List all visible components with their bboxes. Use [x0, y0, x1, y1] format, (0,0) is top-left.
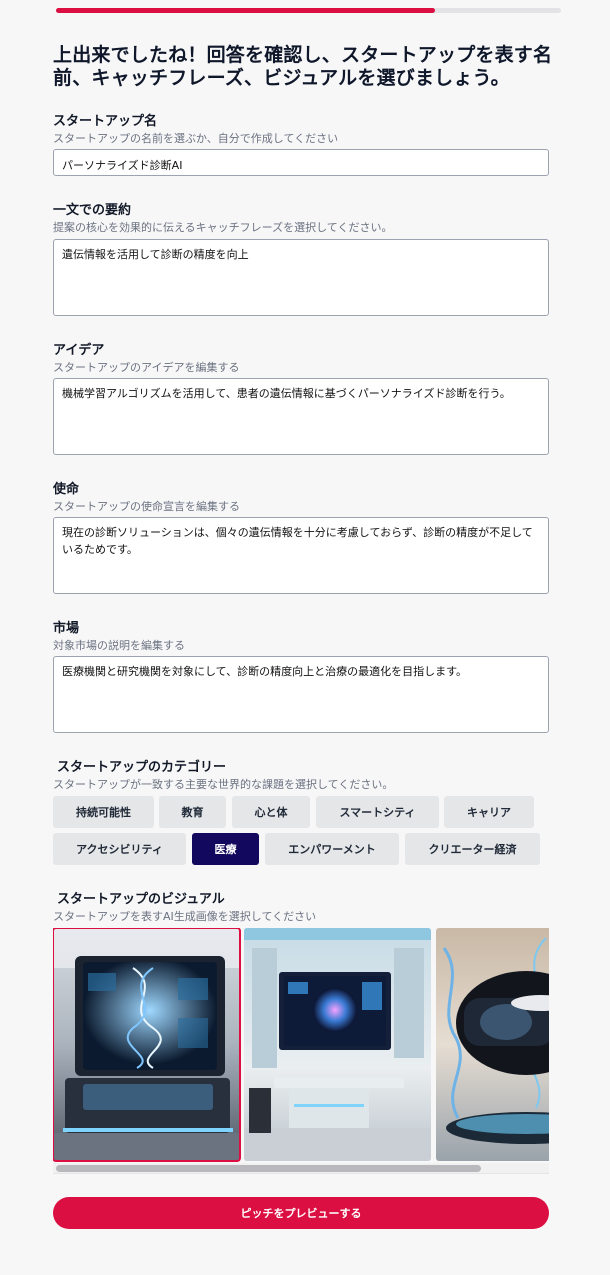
market-subtitle: 対象市場の説明を編集する — [53, 639, 185, 652]
visual-option-3[interactable] — [436, 928, 549, 1161]
idea-textarea[interactable]: 機械学習アルゴリズムを活用して、患者の遺伝情報に基づくパーソナライズド診断を行う… — [53, 378, 549, 455]
gallery-scrollbar-thumb[interactable] — [56, 1165, 481, 1172]
visual-option-2[interactable] — [244, 928, 431, 1161]
startup-name-subtitle: スタートアップの名前を選ぶか、自分で作成してください — [53, 132, 339, 145]
visual-subtitle: スタートアップを表すAI生成画像を選択してください — [53, 910, 317, 923]
category-title: スタートアップのカテゴリー — [57, 760, 227, 775]
mission-title: 使命 — [53, 482, 80, 497]
category-chip-creator-economy[interactable]: クリエーター経済 — [405, 833, 540, 865]
startup-name-input[interactable]: パーソナライズド診断AI — [53, 149, 549, 176]
category-subtitle: スタートアップが一致する主要な世界的な課題を選択してください。 — [53, 778, 394, 791]
visual-option-1[interactable] — [53, 928, 241, 1162]
summary-title: 一文での要約 — [53, 203, 132, 218]
category-chip-smart-city[interactable]: スマートシティ — [316, 796, 439, 828]
category-chip-accessibility[interactable]: アクセシビリティ — [53, 833, 186, 865]
gallery-scrollbar[interactable] — [53, 1163, 549, 1174]
mission-subtitle: スタートアップの使命宣言を編集する — [53, 500, 240, 513]
visual-gallery[interactable] — [53, 928, 549, 1162]
market-textarea[interactable]: 医療機関と研究機関を対象にして、診断の精度向上と治療の最適化を目指します。 — [53, 656, 549, 733]
category-chip-empowerment[interactable]: エンパワーメント — [265, 833, 399, 865]
visual-title: スタートアップのビジュアル — [57, 892, 225, 907]
mission-textarea[interactable]: 現在の診断ソリューションは、個々の遺伝情報を十分に考慮しておらず、診断の精度が不… — [53, 517, 549, 594]
category-chip-healthcare[interactable]: 医療 — [192, 833, 259, 865]
idea-subtitle: スタートアップのアイデアを編集する — [53, 361, 240, 374]
preview-pitch-button[interactable]: ピッチをプレビューする — [53, 1197, 549, 1229]
progress-bar-fill — [56, 8, 435, 13]
startup-name-title: スタートアップ名 — [53, 114, 158, 129]
progress-bar — [56, 8, 561, 13]
category-chip-sustainability[interactable]: 持続可能性 — [53, 796, 154, 828]
category-chip-mind-body[interactable]: 心と体 — [232, 796, 310, 828]
category-chip-career[interactable]: キャリア — [444, 796, 534, 828]
page-title: 上出来でしたね！回答を確認し、スタートアップを表す名前、キャッチフレーズ、ビジュ… — [53, 44, 553, 89]
summary-textarea[interactable]: 遺伝情報を活用して診断の精度を向上 — [53, 239, 549, 316]
market-title: 市場 — [53, 621, 80, 636]
category-chip-education[interactable]: 教育 — [159, 796, 226, 828]
summary-subtitle: 提案の核心を効果的に伝えるキャッチフレーズを選択してください。 — [53, 221, 393, 234]
idea-title: アイデア — [53, 343, 105, 358]
